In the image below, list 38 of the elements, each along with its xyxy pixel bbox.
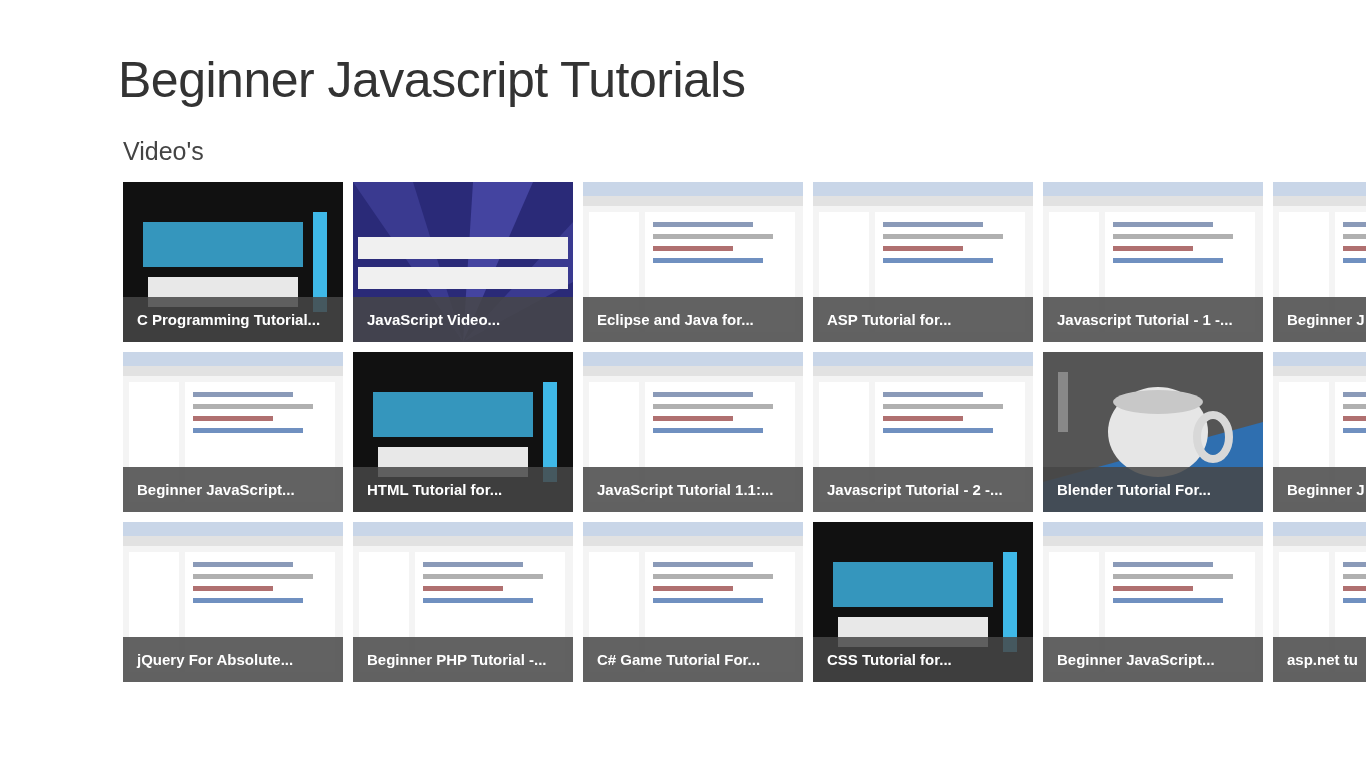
page-title: Beginner Javascript Tutorials [118, 51, 747, 110]
video-title: Beginner J [1287, 311, 1365, 328]
video-title: jQuery For Absolute... [137, 651, 294, 668]
video-title: JavaScript Tutorial 1.1:... [597, 481, 774, 498]
video-title: Beginner PHP Tutorial -... [367, 651, 547, 668]
video-tile[interactable]: C Programming Tutorial... [123, 182, 343, 342]
video-tile[interactable]: Beginner PHP Tutorial -... [353, 522, 573, 682]
video-tile[interactable]: JavaScript Tutorial 1.1:... [583, 352, 803, 512]
video-title: Javascript Tutorial - 2 -... [827, 481, 1003, 498]
video-tile[interactable]: ASP Tutorial for... [813, 182, 1033, 342]
video-tile[interactable]: Beginner JavaScript... [1043, 522, 1263, 682]
video-tile[interactable]: JavaScript Video... [353, 182, 573, 342]
video-tile[interactable]: C# Game Tutorial For... [583, 522, 803, 682]
video-title: HTML Tutorial for... [367, 481, 503, 498]
video-tile[interactable]: Beginner JavaScript... [123, 352, 343, 512]
video-tile[interactable]: CSS Tutorial for... [813, 522, 1033, 682]
video-tile[interactable]: Javascript Tutorial - 1 -... [1043, 182, 1263, 342]
video-tile[interactable]: Blender Tutorial For... [1043, 352, 1263, 512]
video-tile[interactable]: Beginner J [1273, 352, 1366, 512]
video-title: C# Game Tutorial For... [597, 651, 761, 668]
video-title: Javascript Tutorial - 1 -... [1057, 311, 1233, 328]
video-tile[interactable]: asp.net tu [1273, 522, 1366, 682]
video-tile[interactable]: jQuery For Absolute... [123, 522, 343, 682]
video-tile[interactable]: HTML Tutorial for... [353, 352, 573, 512]
video-title: Beginner JavaScript... [137, 481, 295, 498]
section-heading: Video's [123, 136, 205, 166]
video-title: CSS Tutorial for... [827, 651, 952, 668]
video-title: ASP Tutorial for... [827, 311, 952, 328]
video-title: Eclipse and Java for... [597, 311, 754, 328]
video-title: JavaScript Video... [367, 311, 501, 328]
video-tile[interactable]: Javascript Tutorial - 2 -... [813, 352, 1033, 512]
video-title: asp.net tu [1287, 651, 1358, 668]
video-title: Beginner JavaScript... [1057, 651, 1215, 668]
video-title: C Programming Tutorial... [137, 311, 321, 328]
video-title: Beginner J [1287, 481, 1365, 498]
video-title: Blender Tutorial For... [1057, 481, 1211, 498]
video-tile[interactable]: Beginner J [1273, 182, 1366, 342]
video-tile[interactable]: Eclipse and Java for... [583, 182, 803, 342]
